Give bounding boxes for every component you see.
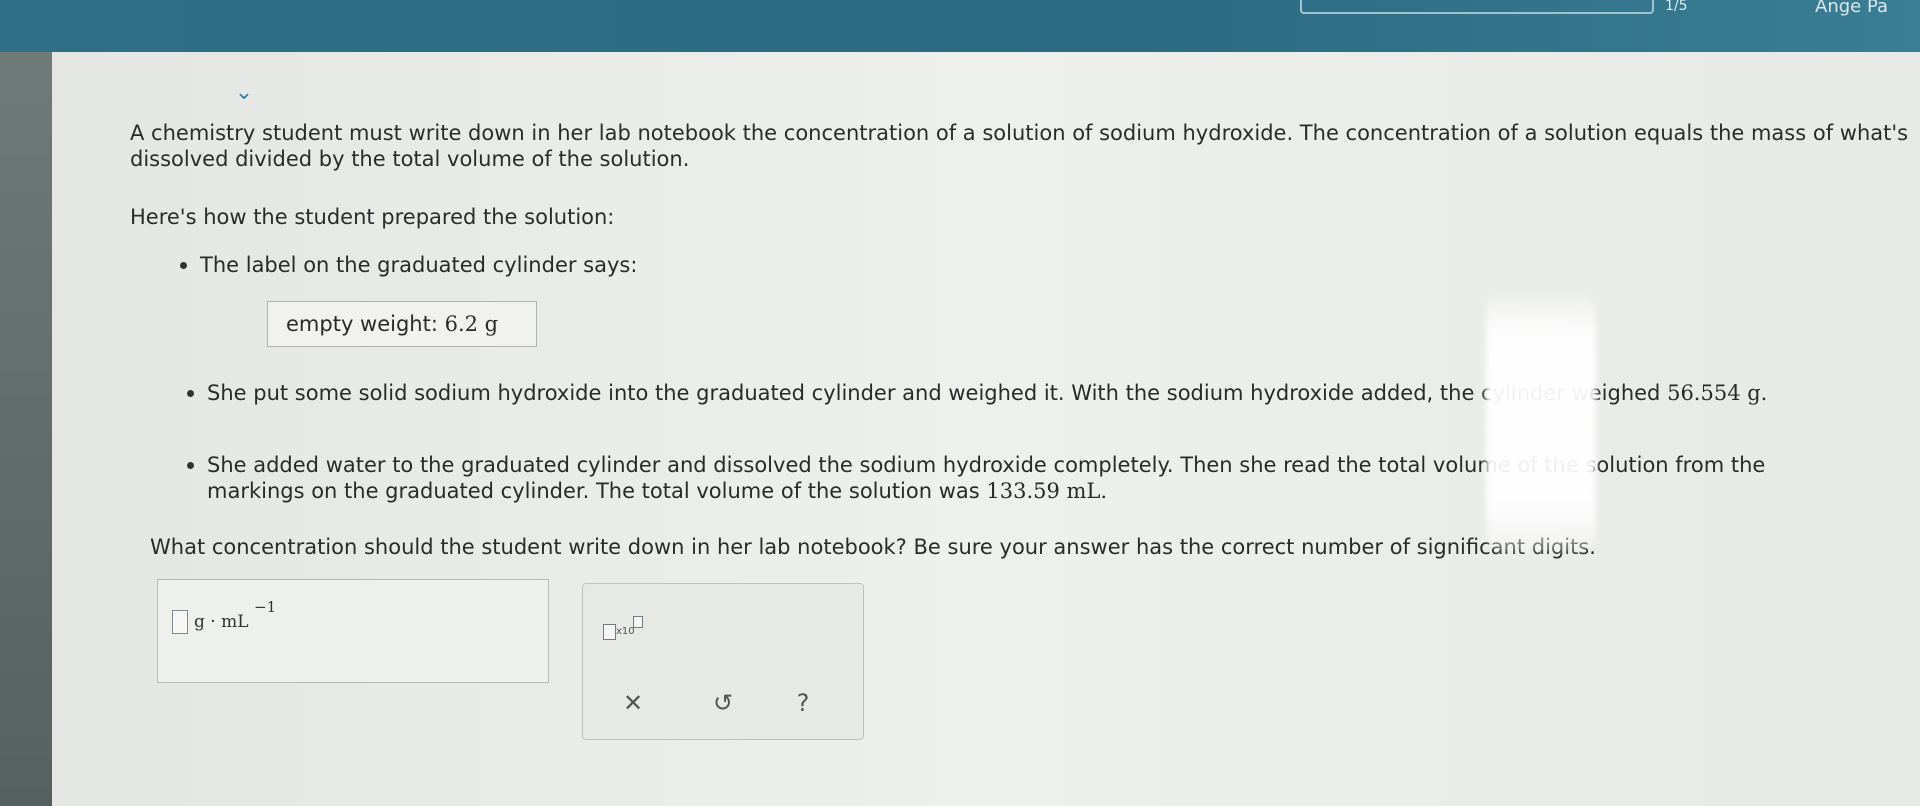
sci-notation-button[interactable]: x10 <box>603 616 653 644</box>
progress-bar <box>1300 0 1654 14</box>
label-value: 6.2 g <box>444 312 499 336</box>
sidebar-edge <box>0 52 52 806</box>
answer-area[interactable]: g · mL −1 <box>157 579 549 683</box>
sci-x10-label: x10 <box>616 626 635 637</box>
bullet-label-info: The label on the graduated cylinder says… <box>179 252 638 278</box>
cylinder-label-box: empty weight: 6.2 g <box>267 301 537 347</box>
sci-base-box <box>603 624 616 640</box>
answer-unit: g · mL <box>194 612 249 632</box>
problem-intro: A chemistry student must write down in h… <box>130 121 1909 171</box>
bullet-value: 56.554 g. <box>1667 381 1768 405</box>
answer-unit-exponent: −1 <box>254 598 277 616</box>
tool-row: ✕ ↺ ? <box>583 680 865 726</box>
help-icon[interactable]: ? <box>773 680 833 726</box>
math-tool-panel: x10 ✕ ↺ ? <box>582 583 864 740</box>
clear-icon[interactable]: ✕ <box>603 680 663 726</box>
problem-howto: Here's how the student prepared the solu… <box>130 205 615 229</box>
user-name[interactable]: Ange Pa <box>1815 0 1888 17</box>
bullet-volume: She added water to the graduated cylinde… <box>187 452 1847 504</box>
top-bar: 1/5 Ange Pa <box>0 0 1920 52</box>
sci-exponent-box <box>633 616 643 628</box>
bullet-weighing: She put some solid sodium hydroxide into… <box>187 380 1867 406</box>
bullet-value: 133.59 mL. <box>986 479 1108 503</box>
problem-panel: ⌄ A chemistry student must write down in… <box>52 52 1920 806</box>
label-text: empty weight: <box>286 312 438 336</box>
answer-input[interactable] <box>172 610 188 634</box>
bullet-text: She put some solid sodium hydroxide into… <box>207 381 1661 405</box>
undo-icon[interactable]: ↺ <box>693 680 753 726</box>
screen-glare <box>1486 292 1596 552</box>
bullet-text: The label on the graduated cylinder says… <box>200 253 638 277</box>
chevron-down-icon[interactable]: ⌄ <box>230 82 258 104</box>
progress-counter: 1/5 <box>1665 0 1688 14</box>
